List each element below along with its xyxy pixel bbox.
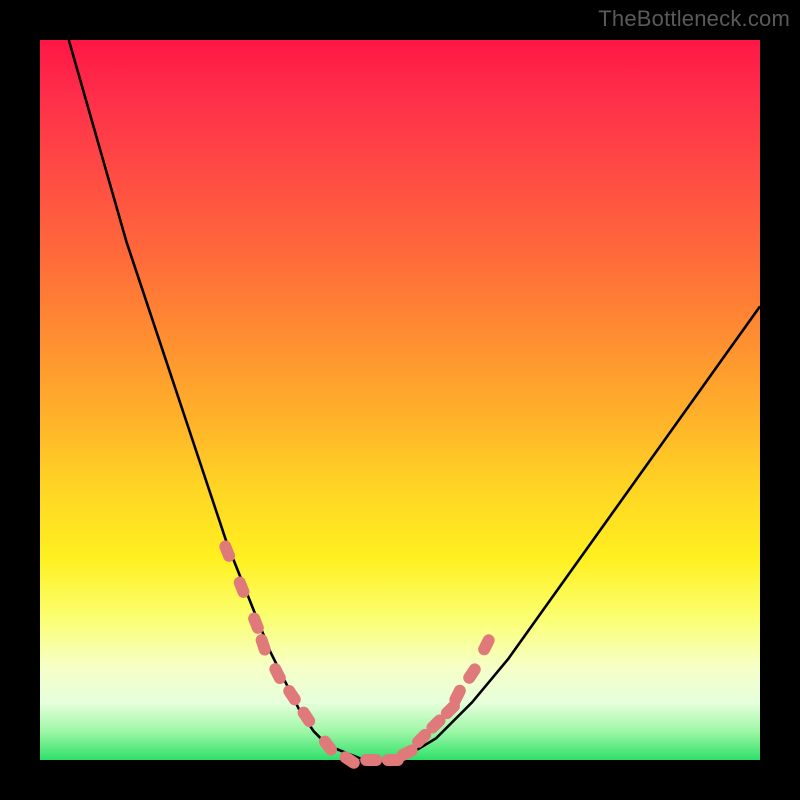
curve-svg — [40, 40, 760, 760]
curve-marker — [337, 749, 362, 771]
curve-marker — [254, 632, 272, 657]
marker-group — [218, 539, 497, 771]
curve-marker — [476, 632, 497, 657]
curve-marker — [281, 683, 303, 708]
curve-marker — [360, 754, 382, 766]
chart-frame: TheBottleneck.com — [0, 0, 800, 800]
plot-area — [40, 40, 760, 760]
watermark-text: TheBottleneck.com — [598, 6, 790, 32]
curve-marker — [461, 661, 483, 686]
bottleneck-curve — [69, 40, 760, 760]
